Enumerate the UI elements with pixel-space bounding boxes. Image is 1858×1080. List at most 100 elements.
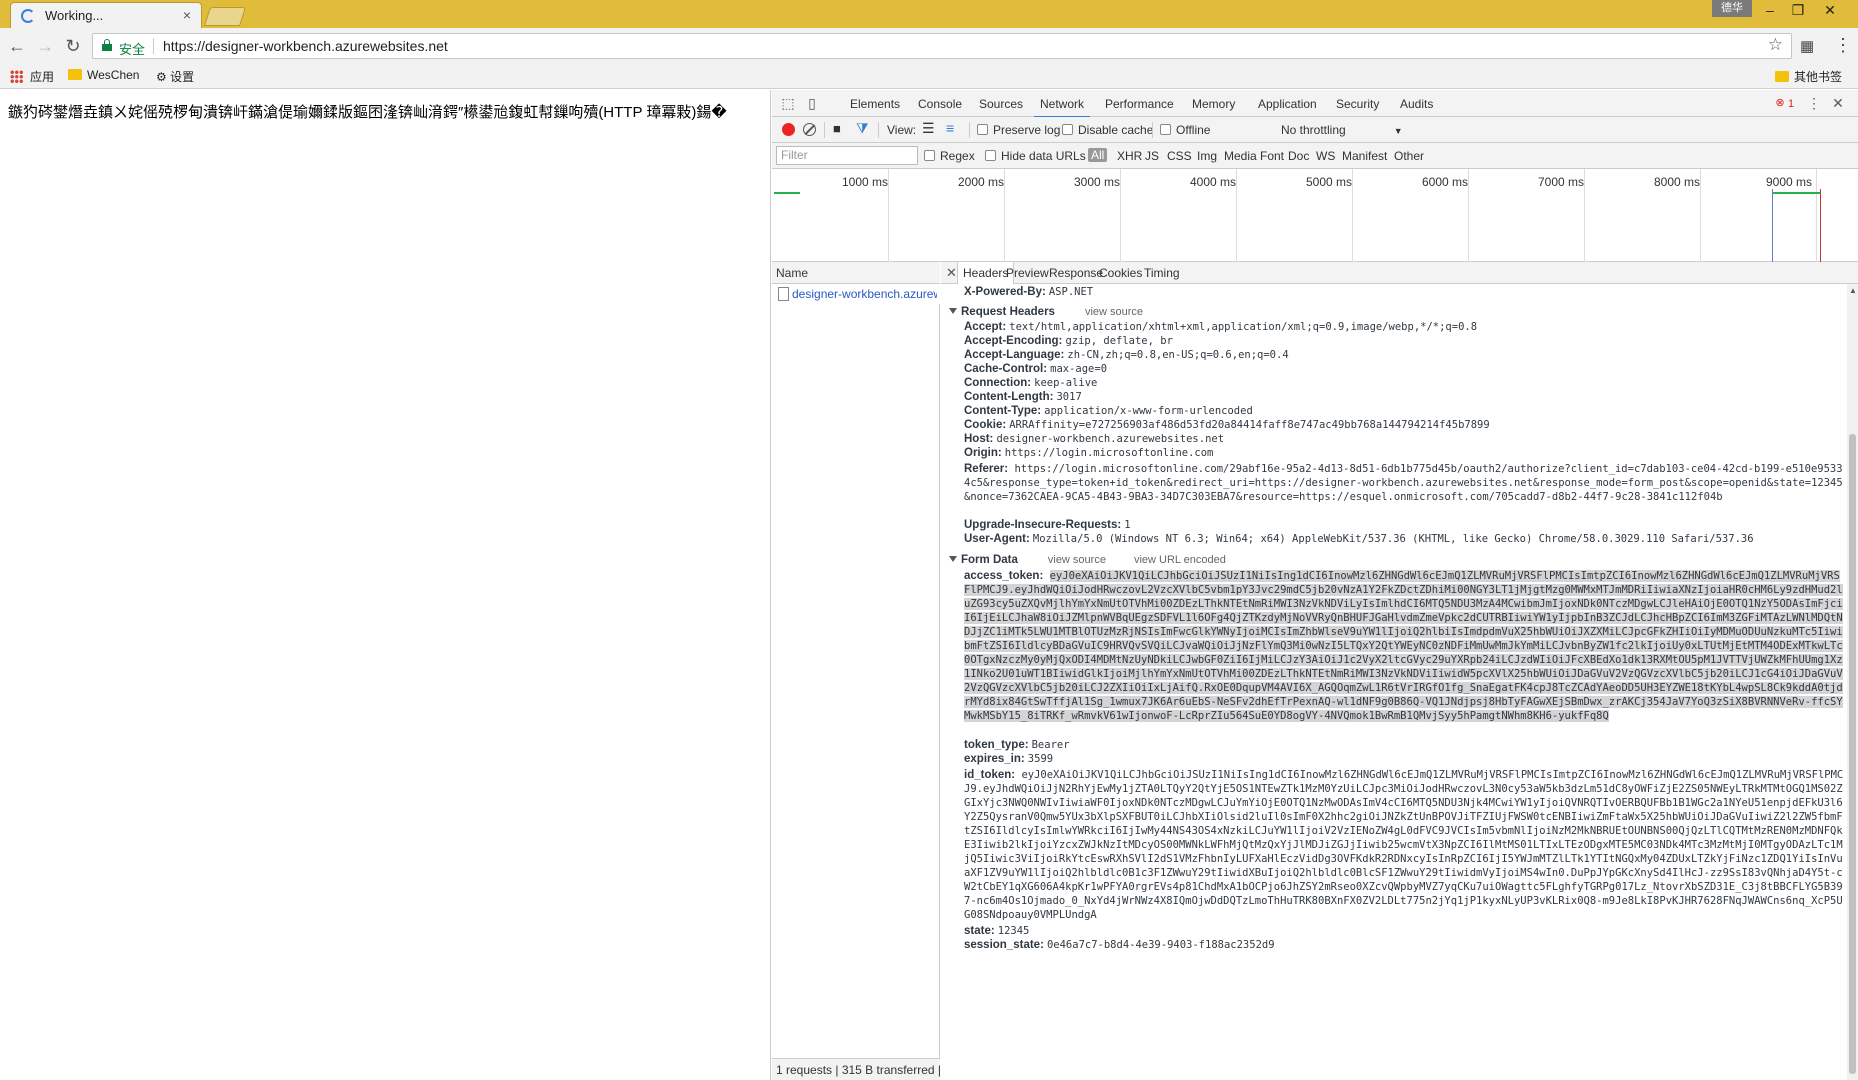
close-devtools-icon[interactable]: ✕: [1830, 95, 1846, 111]
tab-console[interactable]: Console: [918, 97, 962, 111]
timeline-overview[interactable]: 1000 ms 2000 ms 3000 ms 4000 ms 5000 ms …: [772, 169, 1858, 262]
close-details-icon[interactable]: ✕: [946, 265, 957, 281]
view-source-link[interactable]: view source: [1085, 306, 1143, 318]
type-img[interactable]: Img: [1197, 149, 1217, 163]
regex-checkbox[interactable]: Regex: [924, 149, 975, 163]
inspect-icon[interactable]: ⬚: [780, 95, 796, 111]
record-icon[interactable]: [782, 123, 795, 136]
divider: [1152, 122, 1153, 138]
tab-performance[interactable]: Performance: [1105, 97, 1174, 111]
tab-response[interactable]: Response: [1049, 266, 1103, 280]
apps-icon[interactable]: [10, 70, 23, 83]
header-value: Mozilla/5.0 (Windows NT 6.3; Win64; x64)…: [1032, 533, 1754, 545]
header-row: User-Agent: Mozilla/5.0 (Windows NT 6.3;…: [964, 533, 1844, 545]
details-tabbar: ✕ Headers Preview Response Cookies Timin…: [941, 262, 1858, 284]
form-value: 0e46a7c7-b8d4-4e39-9403-f188ac2352d9: [1046, 939, 1275, 951]
browser-tab[interactable]: Working... ×: [10, 2, 202, 28]
checkbox-icon: [977, 124, 988, 135]
bookmark-star-icon[interactable]: ☆: [1768, 35, 1783, 55]
tick-label: 9000 ms: [1766, 175, 1813, 189]
profile-badge[interactable]: 德华: [1712, 0, 1752, 17]
header-row: Accept: text/html,application/xhtml+xml,…: [964, 321, 1844, 333]
window-close-button[interactable]: ✕: [1816, 0, 1844, 20]
type-all[interactable]: All: [1088, 148, 1108, 162]
timeline-bar: [774, 192, 800, 194]
bookmark-other[interactable]: 其他书签: [1775, 68, 1842, 85]
name-column-header[interactable]: Name: [772, 262, 940, 284]
loading-icon: [21, 9, 35, 23]
error-icon[interactable]: ⊗: [1772, 95, 1788, 111]
extension-icon[interactable]: ▦: [1800, 37, 1814, 55]
tab-audits[interactable]: Audits: [1400, 97, 1433, 111]
tick-label: 3000 ms: [1074, 175, 1121, 189]
url-text[interactable]: https://designer-workbench.azurewebsites…: [163, 38, 448, 54]
bookmark-weschen[interactable]: WesChen: [68, 68, 139, 82]
disable-cache-checkbox[interactable]: Disable cache: [1062, 123, 1153, 137]
list-view-icon[interactable]: ☰: [922, 120, 935, 137]
maximize-button[interactable]: ❐: [1784, 0, 1812, 20]
bookmarks-bar: 应用 WesChen ⚙ 设置 其他书签: [0, 64, 1858, 89]
error-count[interactable]: 1: [1788, 98, 1794, 110]
type-manifest[interactable]: Manifest: [1342, 149, 1387, 163]
clear-icon[interactable]: [803, 123, 816, 136]
request-row[interactable]: designer-workbench.azureweb...: [772, 284, 940, 304]
minimize-button[interactable]: –: [1756, 0, 1784, 20]
filter-input[interactable]: Filter: [776, 146, 918, 165]
forward-button[interactable]: →: [34, 35, 56, 57]
type-css[interactable]: CSS: [1167, 149, 1192, 163]
checkbox-icon: [924, 150, 935, 161]
tab-cookies[interactable]: Cookies: [1099, 266, 1142, 280]
form-value-selected[interactable]: eyJ0eXAiOiJKV1QiLCJhbGciOiJSUzI1NiIsIng1…: [964, 570, 1843, 722]
tab-sources[interactable]: Sources: [979, 97, 1023, 111]
menu-icon[interactable]: ⋮: [1834, 35, 1852, 56]
header-value: https://login.microsoftonline.com/29abf1…: [964, 463, 1843, 503]
dom-content-loaded-marker: [1772, 189, 1773, 262]
type-media[interactable]: Media: [1224, 149, 1257, 163]
tab-application[interactable]: Application: [1258, 97, 1317, 111]
view-source-link[interactable]: view source: [1048, 554, 1106, 566]
divider: [153, 38, 154, 54]
new-tab-button[interactable]: [203, 7, 247, 26]
tab-security[interactable]: Security: [1336, 97, 1379, 111]
type-ws[interactable]: WS: [1316, 149, 1335, 163]
header-row: Content-Length: 3017: [964, 391, 1844, 403]
details-scrollbar[interactable]: ▲: [1847, 284, 1858, 1080]
waterfall-view-icon[interactable]: ≡: [946, 120, 954, 136]
bookmark-settings[interactable]: ⚙ 设置: [156, 68, 194, 85]
filter-icon[interactable]: ⧩: [856, 120, 869, 137]
camera-icon[interactable]: ■: [833, 121, 841, 136]
preserve-log-checkbox[interactable]: Preserve log: [977, 123, 1060, 137]
header-value: 1: [1124, 519, 1131, 531]
header-key: Content-Type:: [964, 405, 1042, 417]
tab-network[interactable]: Network: [1033, 97, 1091, 118]
more-options-icon[interactable]: ⋮: [1806, 95, 1822, 111]
request-headers-section[interactable]: Request Headers view source: [949, 306, 1143, 318]
offline-checkbox[interactable]: Offline: [1160, 123, 1210, 137]
address-bar[interactable]: 安全 https://designer-workbench.azurewebsi…: [92, 33, 1792, 59]
reload-button[interactable]: ↻: [62, 35, 84, 57]
type-doc[interactable]: Doc: [1288, 149, 1309, 163]
bookmark-apps[interactable]: 应用: [30, 68, 54, 85]
throttling-select[interactable]: No throttling ▼: [1281, 123, 1403, 137]
type-other[interactable]: Other: [1394, 149, 1424, 163]
page-content: 鏃犳硶鐢熸垚鎮ㄨ姹傜殑椤甸潰锛屽鏋滄偍瑜嬭鍒版鏂囨湰锛屾湇鍔″櫒鍙兘鍑虹幇鏁呴殰…: [0, 90, 771, 1080]
checkbox-icon: [985, 150, 996, 161]
type-font[interactable]: Font: [1260, 149, 1284, 163]
back-button[interactable]: ←: [6, 35, 28, 57]
header-row: Content-Type: application/x-www-form-url…: [964, 405, 1844, 417]
tab-memory[interactable]: Memory: [1192, 97, 1235, 111]
checkbox-icon: [1062, 124, 1073, 135]
tab-preview[interactable]: Preview: [1006, 266, 1049, 280]
tick-line: [1584, 169, 1585, 262]
tab-timing[interactable]: Timing: [1144, 266, 1180, 280]
view-url-encoded-link[interactable]: view URL encoded: [1134, 554, 1226, 566]
hide-data-urls-checkbox[interactable]: Hide data URLs: [985, 149, 1086, 163]
form-data-section[interactable]: Form Data view source view URL encoded: [949, 554, 1226, 566]
scrollbar-thumb[interactable]: [1849, 434, 1856, 1074]
type-xhr[interactable]: XHR: [1117, 149, 1142, 163]
tab-elements[interactable]: Elements: [850, 97, 900, 111]
scroll-up-icon[interactable]: ▲: [1849, 286, 1857, 295]
type-js[interactable]: JS: [1145, 149, 1159, 163]
tab-close-icon[interactable]: ×: [183, 7, 191, 23]
device-toolbar-icon[interactable]: ▯: [804, 95, 820, 111]
